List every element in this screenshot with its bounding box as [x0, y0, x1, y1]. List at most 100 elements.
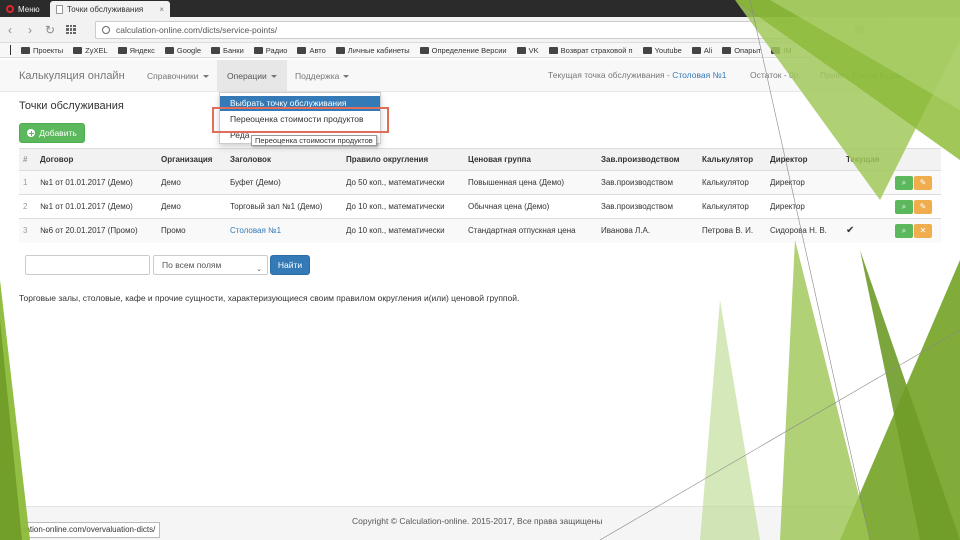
table-row[interactable]: 2 №1 от 01.01.2017 (Демо) Демо Торговый зал…: [19, 194, 941, 219]
bookmark-label: ZyXEL: [85, 45, 108, 55]
cell-director: Сидорова Н. В.: [766, 218, 842, 243]
column-header[interactable]: Правило округления: [342, 148, 464, 171]
bookmark-item[interactable]: Банки: [211, 46, 244, 55]
back-icon[interactable]: ‹: [0, 23, 20, 37]
bookmark-item[interactable]: Google: [164, 46, 201, 55]
current-point-link[interactable]: Столовая №1: [672, 70, 726, 80]
bookmark-item[interactable]: Ali: [691, 46, 712, 55]
chevron-down-icon: ⌄: [256, 266, 262, 273]
bookmark-item[interactable]: Youtube: [642, 46, 682, 55]
page-title: Точки обслуживания: [19, 100, 124, 112]
forward-icon[interactable]: ›: [20, 23, 40, 37]
nav-operations[interactable]: Операции: [217, 60, 287, 92]
cell-org: Демо: [157, 170, 226, 195]
user-greeting[interactable]: Привет, Елена Будаило: [820, 70, 913, 80]
folder-icon: [164, 46, 174, 54]
caret-down-icon: [343, 74, 350, 78]
cell-current: [842, 194, 891, 219]
close-window-icon[interactable]: ✕: [942, 2, 950, 13]
point-title-link[interactable]: Столовая №1: [230, 226, 281, 235]
search-field-select-value: По всем полям: [162, 260, 222, 270]
table-row[interactable]: 3 №6 от 20.01.2017 (Промо) Промо Столовая №…: [19, 218, 941, 243]
bookmark-label: Яндекс: [129, 45, 155, 55]
balance-link[interactable]: Остаток - 0р.: [750, 70, 801, 80]
search-input[interactable]: [25, 255, 150, 275]
url-text: calculation-online.com/dicts/service-poi…: [116, 25, 278, 35]
view-icon[interactable]: ⌕: [895, 223, 913, 238]
view-icon[interactable]: ⌕: [895, 199, 913, 214]
cell-contract: №6 от 20.01.2017 (Промо): [36, 218, 157, 243]
minimize-icon[interactable]: –: [873, 2, 878, 13]
nav-support-label: Поддержка: [295, 71, 340, 81]
menu-tooltip: Переоценка стоимости продуктов: [251, 135, 377, 146]
check-icon: ✔: [846, 225, 855, 237]
bookmark-item[interactable]: VK: [516, 46, 539, 55]
reload-icon[interactable]: ↻: [40, 23, 60, 37]
bookmark-item[interactable]: IM: [771, 46, 792, 55]
url-field[interactable]: calculation-online.com/dicts/service-poi…: [95, 21, 885, 39]
bookmark-label: Личные кабинеты: [347, 45, 410, 55]
bookmark-label: Возврат страховой п: [560, 45, 633, 55]
column-header[interactable]: Договор: [36, 148, 157, 171]
tab-title: Точки обслуживания: [67, 4, 144, 14]
bookmark-item[interactable]: Яндекс: [117, 45, 155, 55]
browser-menu-button[interactable]: Меню: [0, 1, 50, 17]
copyright-text: Copyright © Calculation-online. 2015-201…: [352, 516, 603, 526]
service-points-table: # Договор Организация Заголовок Правило …: [19, 148, 941, 243]
browser-tab-active[interactable]: Точки обслуживания ×: [50, 1, 170, 17]
folder-icon: [691, 46, 701, 54]
nav-support[interactable]: Поддержка: [285, 60, 359, 92]
deco-shard: [700, 300, 760, 540]
speed-dial-icon[interactable]: [66, 24, 76, 35]
bookmark-item[interactable]: Авто: [297, 45, 326, 55]
folder-icon: [722, 46, 732, 54]
table-row[interactable]: 1 №1 от 01.01.2017 (Демо) Демо Буфет (Демо)…: [19, 170, 941, 195]
heart-icon[interactable]: ♡: [870, 25, 878, 36]
bookmark-item[interactable]: Определение Версии: [419, 46, 507, 55]
column-header[interactable]: Калькулятор: [698, 148, 766, 171]
page-icon: [56, 4, 63, 14]
bookmark-label: Опарыт: [734, 45, 762, 55]
folder-icon: [548, 46, 558, 54]
adblock-shield-icon[interactable]: [855, 25, 865, 35]
plus-circle-icon: [27, 129, 36, 137]
deco-shard: [0, 280, 30, 540]
cell-price-group: Обычная цена (Демо): [464, 194, 597, 219]
close-tab-icon[interactable]: ×: [159, 5, 164, 14]
bookmark-item[interactable]: Опарыт: [722, 46, 761, 55]
column-header[interactable]: Текущая: [842, 148, 891, 171]
bookmark-label: Проекты: [33, 45, 64, 55]
bookmark-item[interactable]: ZyXEL: [73, 46, 108, 55]
cell-calculator: Калькулятор: [698, 170, 766, 195]
view-icon[interactable]: ⌕: [895, 175, 913, 190]
cell-director: Директор: [766, 170, 842, 195]
app-navbar: Калькуляция онлайн Справочники Операции …: [0, 60, 960, 92]
column-header[interactable]: Заголовок: [226, 148, 342, 171]
bookmark-item[interactable]: Проекты: [21, 46, 63, 55]
bookmark-label: Радио: [265, 45, 288, 55]
site-info-icon[interactable]: [102, 26, 110, 34]
bookmarks-bar: Проекты ZyXEL Яндекс Google Банки Радио Авто Ли…: [0, 43, 960, 58]
nav-dicts[interactable]: Справочники: [137, 60, 219, 92]
brand-link[interactable]: Калькуляция онлайн: [19, 70, 125, 82]
bookmark-item[interactable]: Личные кабинеты: [335, 45, 410, 55]
delete-icon[interactable]: ✕: [914, 223, 932, 238]
window-controls: – ☐ ✕: [873, 2, 950, 13]
bookmark-label: Авто: [309, 45, 326, 55]
column-header[interactable]: Зав.производством: [597, 148, 698, 171]
url-actions: ♡: [855, 25, 878, 36]
cell-num: 1: [19, 170, 36, 195]
cell-actions: ⌕ ✎: [891, 194, 941, 219]
find-button[interactable]: Найти: [270, 255, 310, 275]
edit-icon[interactable]: ✎: [914, 199, 932, 214]
column-header[interactable]: Директор: [766, 148, 842, 171]
bookmark-item[interactable]: Возврат страховой п: [548, 45, 633, 55]
maximize-icon[interactable]: ☐: [906, 2, 914, 13]
search-field-select[interactable]: По всем полям ⌄: [153, 255, 268, 275]
edit-icon[interactable]: ✎: [914, 175, 932, 190]
bookmark-item[interactable]: Радио: [253, 45, 288, 55]
add-button[interactable]: Добавить: [19, 123, 85, 143]
folder-icon: [419, 46, 429, 54]
column-header[interactable]: Организация: [157, 148, 226, 171]
column-header[interactable]: Ценовая группа: [464, 148, 597, 171]
